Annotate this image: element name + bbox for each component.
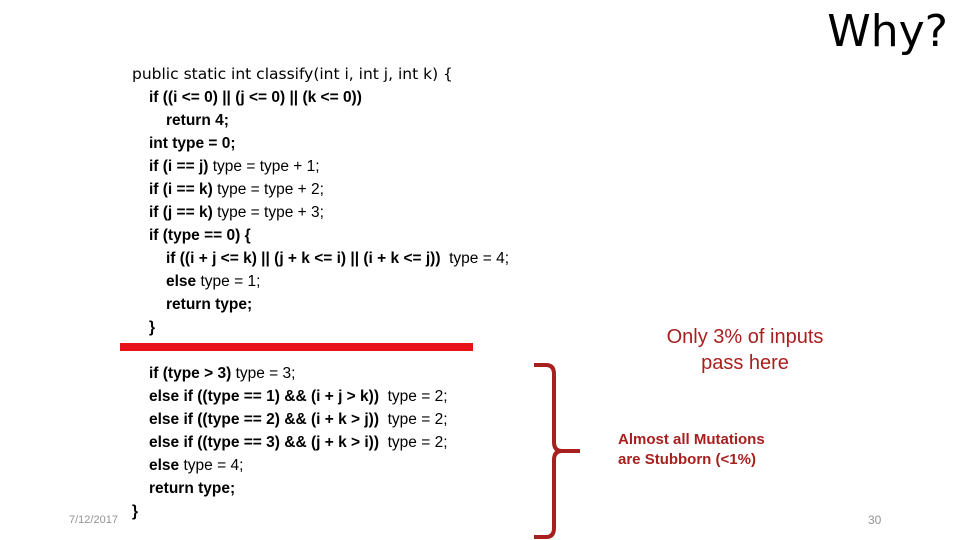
page-title: Why?	[827, 6, 948, 57]
code-line: return 4;	[132, 109, 509, 132]
code-keyword-span: return type;	[149, 480, 236, 497]
code-line: public static int classify(int i, int j,…	[132, 63, 509, 86]
code-statement-span: type = type + 1;	[212, 158, 320, 175]
code-line: return type;	[132, 293, 509, 316]
code-line: int type = 0;	[132, 132, 509, 155]
code-statement-span: type = type + 3;	[217, 204, 324, 221]
code-keyword-span: else	[166, 273, 201, 290]
code-statement-span: type = 2;	[387, 411, 448, 428]
code-keyword-span: if (type > 3)	[149, 365, 236, 382]
code-keyword-span: else if ((type == 2) && (i + k > j))	[149, 411, 388, 428]
code-line: else if ((type == 1) && (i + j > k)) typ…	[132, 385, 448, 408]
code-keyword-span: if (type == 0) {	[149, 227, 251, 244]
code-keyword-span: else if ((type == 1) && (i + j > k))	[149, 388, 388, 405]
code-keyword-span: public static int classify(int i, int j,…	[132, 65, 453, 83]
code-statement-span: type = 2;	[387, 388, 448, 405]
code-line: else type = 1;	[132, 270, 509, 293]
annotation-pass-rate: Only 3% of inputs pass here	[666, 326, 824, 374]
red-curly-brace-svg	[534, 363, 580, 539]
code-statement-span: type = 3;	[235, 365, 296, 382]
code-line: if (i == k) type = type + 2;	[132, 178, 509, 201]
code-line: else if ((type == 3) && (j + k > i)) typ…	[132, 431, 448, 454]
code-keyword-span: int type = 0;	[149, 135, 236, 152]
code-keyword-span: }	[132, 503, 139, 520]
code-keyword-span: else	[149, 457, 184, 474]
code-block-top: public static int classify(int i, int j,…	[132, 63, 509, 339]
annotation-stubborn-mutations: Almost all Mutations are Stubborn (<1%)	[618, 431, 765, 468]
red-separator-line	[120, 343, 473, 351]
code-keyword-span: if (j == k)	[149, 204, 218, 221]
code-line: }	[132, 500, 448, 523]
footer-date: 7/12/2017	[69, 514, 118, 526]
code-keyword-span: else if ((type == 3) && (j + k > i))	[149, 434, 388, 451]
code-statement-span: type = 1;	[200, 273, 261, 290]
code-line: else if ((type == 2) && (i + k > j)) typ…	[132, 408, 448, 431]
code-block-bottom: if (type > 3) type = 3; else if ((type ==…	[132, 362, 448, 523]
footer-page-number: 30	[868, 513, 882, 527]
code-line: if (j == k) type = type + 3;	[132, 201, 509, 224]
code-line: if (i == j) type = type + 1;	[132, 155, 509, 178]
code-keyword-span: if ((i <= 0) || (j <= 0) || (k <= 0))	[149, 89, 362, 106]
code-line: if (type > 3) type = 3;	[132, 362, 448, 385]
code-keyword-span: }	[149, 319, 156, 336]
code-line: else type = 4;	[132, 454, 448, 477]
code-line: if (type == 0) {	[132, 224, 509, 247]
code-statement-span: type = 4;	[449, 250, 509, 267]
code-line: }	[132, 316, 509, 339]
code-keyword-span: if ((i + j <= k) || (j + k <= i) || (i +…	[166, 250, 450, 267]
code-line: return type;	[132, 477, 448, 500]
code-statement-span: type = 2;	[387, 434, 448, 451]
code-statement-span: type = 4;	[183, 457, 244, 474]
code-line: if ((i <= 0) || (j <= 0) || (k <= 0))	[132, 86, 509, 109]
code-keyword-span: if (i == j)	[149, 158, 213, 175]
code-keyword-span: return 4;	[166, 112, 229, 129]
code-statement-span: type = type + 2;	[217, 181, 324, 198]
red-curly-brace-icon	[532, 362, 602, 540]
code-keyword-span: return type;	[166, 296, 253, 313]
slide-canvas: Why? public static int classify(int i, i…	[0, 0, 960, 540]
code-line: if ((i + j <= k) || (j + k <= i) || (i +…	[132, 247, 509, 270]
code-keyword-span: if (i == k)	[149, 181, 218, 198]
